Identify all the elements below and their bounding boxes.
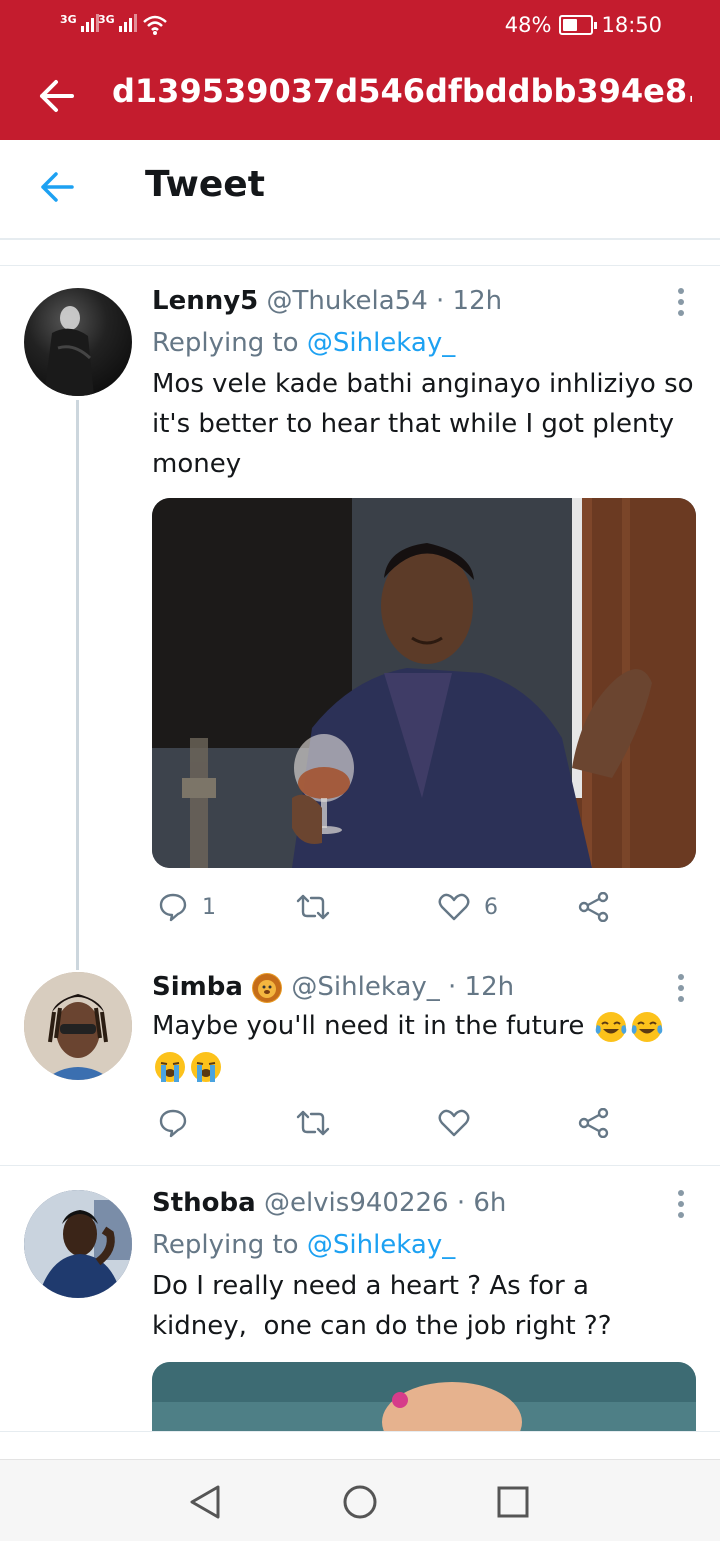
status-bar: 3G 3G 48% 18:50 [0, 0, 720, 54]
tweet-text: Maybe you'll need it in the future [152, 1006, 696, 1086]
replying-to-label: Replying to [152, 328, 307, 358]
page-title: Tweet [145, 164, 265, 205]
reply-icon [159, 1109, 187, 1138]
tweet-actions [152, 1108, 632, 1148]
wifi-icon [143, 15, 167, 35]
status-right: 48% 18:50 [505, 13, 662, 37]
like-count: 6 [484, 894, 498, 920]
share-action[interactable] [578, 892, 610, 922]
clock: 18:50 [601, 13, 662, 37]
tweet-item[interactable]: Sthoba @elvis940226 · 6h Replying to @Si… [0, 1186, 720, 1431]
content-bottom-divider [0, 1431, 720, 1432]
section-separator [0, 240, 720, 266]
author-name[interactable]: Simba [152, 972, 243, 1002]
home-circle-icon[interactable] [342, 1484, 378, 1520]
tweet-divider [0, 1165, 720, 1166]
replying-to-label: Replying to [152, 1230, 307, 1260]
system-nav-bar [0, 1459, 720, 1541]
app-bar-title: d139539037d546dfbddbb394e8... [112, 72, 692, 110]
tweet-body: Simba @Sihlekay_ · 12h Maybe you'll need… [152, 970, 696, 1086]
tweet-text: Mos vele kade bathi anginayo inhliziyo s… [152, 369, 694, 479]
reply-action[interactable]: 1 [158, 892, 216, 922]
mention-link[interactable]: @Sihlekay_ [307, 328, 455, 358]
reply-count: 1 [202, 894, 216, 920]
loudly-crying-emoji [153, 1050, 187, 1084]
tweet-item[interactable]: Lenny5 @Thukela54 · 12h Replying to @Sih… [0, 284, 720, 964]
avatar[interactable] [24, 972, 132, 1080]
replying-to: Replying to @Sihlekay_ [152, 1228, 696, 1262]
tweet-text-line: Do I really need a heart ? As for a [152, 1271, 589, 1301]
battery-icon [559, 15, 598, 35]
signal-strength-icon: 3G [98, 14, 137, 32]
signal-strength-icon: 3G [60, 14, 99, 32]
tweet-item[interactable]: Simba @Sihlekay_ · 12h Maybe you'll need… [0, 970, 720, 1166]
network-type-label: 3G [98, 13, 115, 26]
reply-icon [159, 893, 187, 922]
retweet-icon [296, 1110, 330, 1136]
like-action[interactable]: 6 [438, 892, 498, 922]
avatar[interactable] [24, 288, 132, 396]
tweet-meta: Sthoba @elvis940226 · 6h [152, 1186, 696, 1220]
replying-to: Replying to @Sihlekay_ [152, 326, 696, 360]
like-action[interactable] [438, 1108, 470, 1138]
like-icon [438, 893, 470, 921]
avatar[interactable] [24, 1190, 132, 1298]
app-bar: d139539037d546dfbddbb394e8... [0, 54, 720, 140]
tweet-image[interactable] [152, 498, 696, 868]
back-arrow-icon[interactable] [36, 76, 76, 116]
mention-link[interactable]: @Sihlekay_ [307, 1230, 455, 1260]
author-handle-time: @Sihlekay_ · 12h [291, 972, 515, 1002]
app-header: 3G 3G 48% 18:50 d139539037d546dfbddbb394… [0, 0, 720, 140]
loudly-crying-emoji [189, 1050, 223, 1084]
back-triangle-icon[interactable] [188, 1484, 222, 1520]
recents-square-icon[interactable] [496, 1484, 530, 1520]
back-arrow-icon[interactable] [38, 168, 76, 206]
author-name[interactable]: Sthoba [152, 1188, 256, 1218]
tweet-meta: Simba @Sihlekay_ · 12h [152, 970, 696, 1004]
battery-percent: 48% [504, 13, 552, 37]
tweet-image[interactable] [152, 1362, 696, 1431]
tweet-body: Lenny5 @Thukela54 · 12h Replying to @Sih… [152, 284, 696, 484]
retweet-icon [296, 894, 330, 920]
share-icon [578, 1108, 609, 1138]
tears-of-joy-emoji [594, 1010, 628, 1044]
retweet-action[interactable] [296, 892, 330, 922]
tweet-body: Sthoba @elvis940226 · 6h Replying to @Si… [152, 1186, 696, 1346]
like-icon [438, 1109, 470, 1137]
lion-emoji [252, 972, 283, 1003]
tweet-text-line: kidney, one can do the job right ?? [152, 1311, 612, 1341]
reply-action[interactable] [158, 1108, 188, 1138]
tweet-text: Do I really need a heart ? As for a kidn… [152, 1266, 696, 1346]
tweet-page-header: Tweet [0, 140, 720, 240]
author-name[interactable]: Lenny5 [152, 286, 258, 316]
tweet-meta: Lenny5 @Thukela54 · 12h [152, 284, 696, 318]
author-handle-time: @elvis940226 · 6h [263, 1188, 507, 1218]
share-icon [578, 892, 609, 922]
tweet-actions: 1 6 [152, 892, 632, 932]
network-type-label: 3G [60, 13, 77, 26]
share-action[interactable] [578, 1108, 610, 1138]
author-handle-time: @Thukela54 · 12h [266, 286, 503, 316]
tweet-text-content: Maybe you'll need it in the future [152, 1011, 585, 1041]
retweet-action[interactable] [296, 1108, 330, 1138]
tears-of-joy-emoji [630, 1010, 664, 1044]
